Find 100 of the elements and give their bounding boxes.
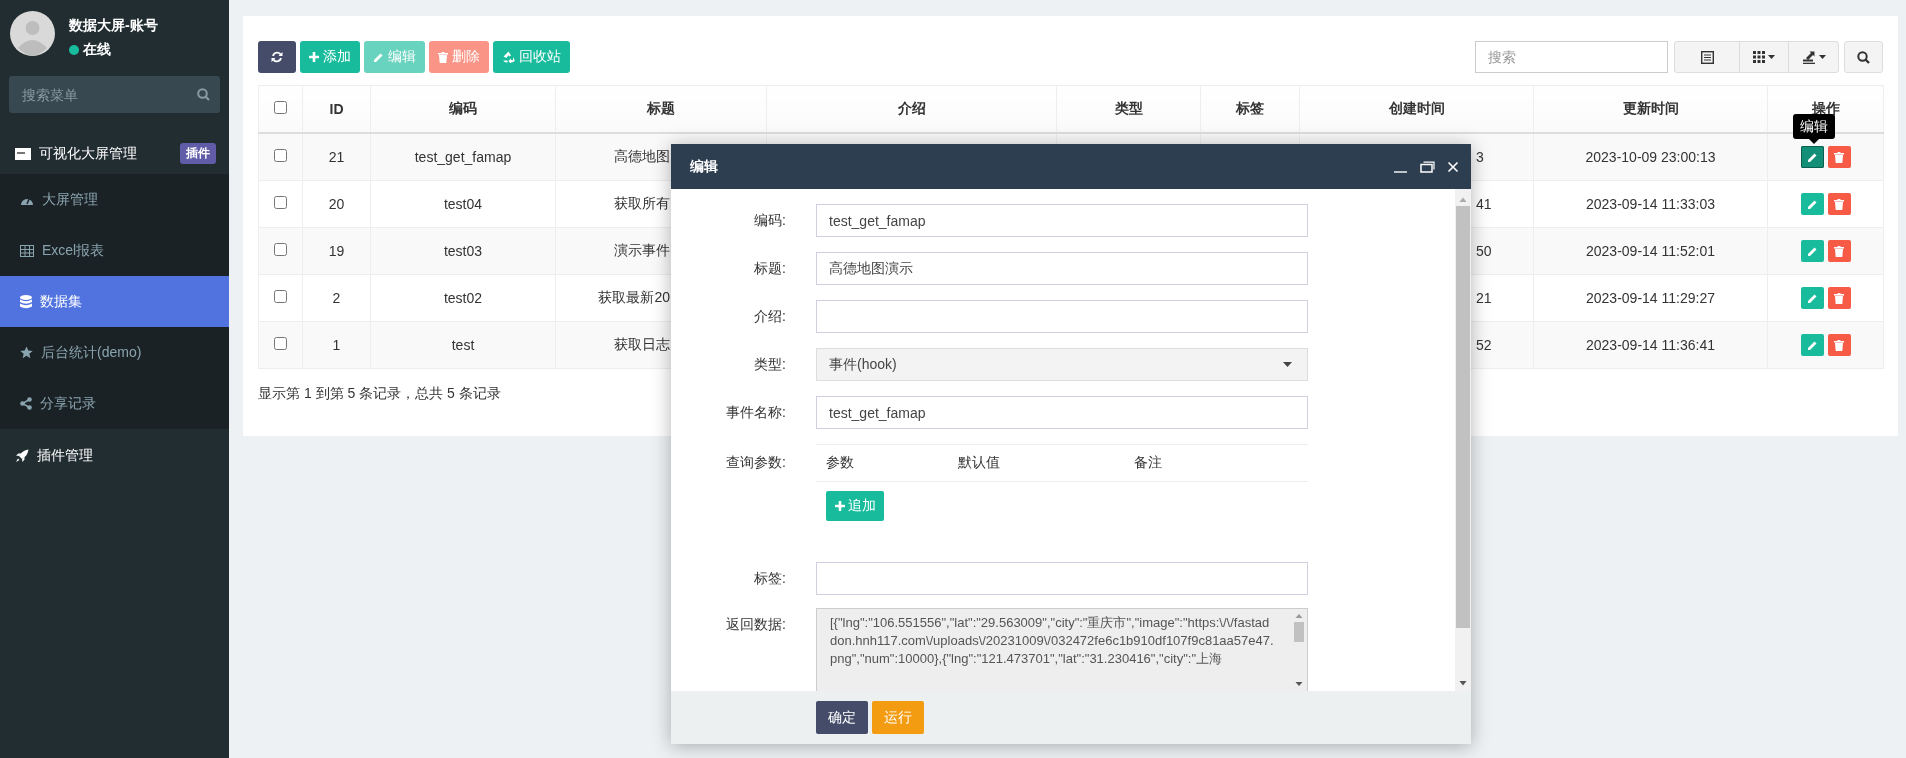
- column-header: 操作: [1811, 100, 1840, 116]
- trash-icon: [1834, 292, 1844, 304]
- column-header: 更新时间: [1622, 100, 1679, 116]
- sidebar-menu-item[interactable]: 可视化大屏管理 插件: [0, 133, 229, 174]
- pencil-icon: [1806, 245, 1818, 257]
- confirm-button[interactable]: 确定: [816, 701, 868, 734]
- trash-icon: [1834, 245, 1844, 257]
- table-icon: [20, 244, 34, 257]
- share-icon: [20, 397, 32, 410]
- sidebar-menu-item[interactable]: 插件管理: [0, 433, 229, 479]
- recycle-icon: [502, 51, 515, 63]
- pencil-icon: [1806, 198, 1818, 210]
- scrollbar[interactable]: [1455, 189, 1471, 691]
- rocket-icon: [15, 449, 29, 463]
- tooltip: 编辑: [1793, 114, 1835, 139]
- plus-icon: [834, 501, 845, 511]
- table-cell: 2023-09-14 11:36:41: [1586, 337, 1715, 353]
- star-icon: [20, 346, 33, 359]
- row-checkbox[interactable]: [274, 290, 287, 303]
- sidebar-item[interactable]: 后台统计(demo): [0, 327, 229, 378]
- table-cell: 获取所有: [614, 195, 670, 211]
- text-field[interactable]: [816, 300, 1308, 333]
- pencil-icon: [373, 51, 384, 63]
- sidebar-item[interactable]: 数据集: [0, 276, 229, 327]
- field-label: 介绍:: [753, 307, 786, 326]
- delete-button[interactable]: [1827, 287, 1851, 309]
- row-checkbox[interactable]: [274, 337, 287, 350]
- field-label: 编码:: [753, 211, 786, 230]
- table-cell: test02: [443, 290, 483, 306]
- search-field[interactable]: 搜索菜单: [9, 76, 220, 113]
- refresh-button[interactable]: [258, 41, 296, 73]
- table-cell: test: [451, 337, 475, 353]
- delete-button[interactable]: [1827, 240, 1851, 262]
- search-button[interactable]: [1844, 41, 1883, 73]
- table-cell: 52: [1476, 337, 1492, 353]
- column-header: 创建时间: [1388, 100, 1445, 116]
- row-checkbox[interactable]: [274, 149, 287, 162]
- edit-button[interactable]: [1800, 146, 1824, 168]
- sidebar-item[interactable]: 分享记录: [0, 378, 229, 429]
- table-cell: 21: [328, 149, 345, 165]
- text-field[interactable]: [816, 562, 1308, 595]
- column-header: 标签: [1236, 100, 1264, 116]
- table-cell: 50: [1476, 243, 1492, 259]
- column-header: 类型: [1114, 100, 1143, 116]
- column-header: 介绍: [897, 100, 926, 116]
- pencil-icon: [1806, 292, 1818, 304]
- text-field[interactable]: test_get_famap: [816, 396, 1308, 429]
- table-cell: 演示事件: [614, 242, 670, 258]
- column-header: 编码: [449, 100, 477, 116]
- text-field[interactable]: 高德地图演示: [816, 252, 1308, 285]
- trash-icon: [1834, 151, 1844, 163]
- sidebar-item[interactable]: Excel报表: [0, 225, 229, 276]
- delete-button[interactable]: [1827, 193, 1851, 215]
- dialog-title: 编辑: [690, 157, 718, 176]
- field-label: 类型:: [753, 355, 786, 374]
- user-name: 数据大屏-账号: [69, 17, 158, 35]
- column-header: 标题: [647, 100, 675, 116]
- table-cell: 2: [332, 290, 341, 306]
- table-cell: 2023-09-14 11:29:27: [1586, 290, 1715, 306]
- table-cell: 20: [328, 196, 345, 212]
- user-status: 在线: [83, 41, 111, 59]
- table-cell: 3: [1476, 149, 1484, 165]
- table-cell: 2023-09-14 11:52:01: [1586, 243, 1715, 259]
- row-checkbox[interactable]: [274, 243, 287, 256]
- type-select[interactable]: 事件(hook): [816, 348, 1308, 381]
- search-icon: [197, 88, 210, 101]
- pencil-icon: [1806, 339, 1818, 351]
- table-cell: 41: [1476, 196, 1492, 212]
- row-checkbox[interactable]: [274, 196, 287, 209]
- plugin-badge: 插件: [180, 143, 216, 164]
- trash-icon: [1834, 198, 1844, 210]
- caret-icon: [1818, 55, 1826, 59]
- search-field[interactable]: 搜索: [1475, 41, 1668, 73]
- export-icon: [1801, 50, 1816, 64]
- search-icon: [1857, 50, 1870, 64]
- text-field[interactable]: test_get_famap: [816, 204, 1308, 237]
- delete-button[interactable]: [1827, 334, 1851, 356]
- refresh-icon: [271, 51, 283, 63]
- table-cell: 21: [1476, 290, 1492, 306]
- table-cell: 获取最新20: [598, 289, 670, 305]
- online-status-icon: [69, 45, 79, 55]
- sidebar-item[interactable]: 大屏管理: [0, 174, 229, 225]
- column-header: 参数: [826, 454, 855, 472]
- response-data-text: [{"lng":"106.551556","lat":"29.563009","city":"重庆市","image":"https:\/\/fastaddon.hnh117.com\/uploads\/20231009\/032472fe6c1b910df107f9c81aa57e47.png","num":10000},{"lng":"121.473701","lat":"31.230416","city":"上海: [829, 614, 1275, 668]
- table-cell: test_get_famap: [414, 149, 512, 165]
- field-label: 标签:: [753, 569, 786, 588]
- column-header: 默认值: [958, 454, 1001, 472]
- card-icon: [15, 147, 31, 160]
- maximize-icon[interactable]: [1420, 160, 1435, 173]
- field-label: 返回数据:: [725, 615, 786, 634]
- response-data-field[interactable]: [816, 608, 1308, 691]
- delete-button[interactable]: [1827, 146, 1851, 168]
- close-icon[interactable]: [1447, 160, 1459, 173]
- select-all-checkbox[interactable]: [274, 101, 287, 114]
- table-cell: 高德地图: [614, 148, 670, 164]
- trash-icon: [438, 51, 448, 63]
- table-cell: test04: [443, 196, 483, 212]
- trash-icon: [1834, 339, 1844, 351]
- table-cell: test03: [443, 243, 483, 259]
- pencil-icon: [1806, 151, 1818, 163]
